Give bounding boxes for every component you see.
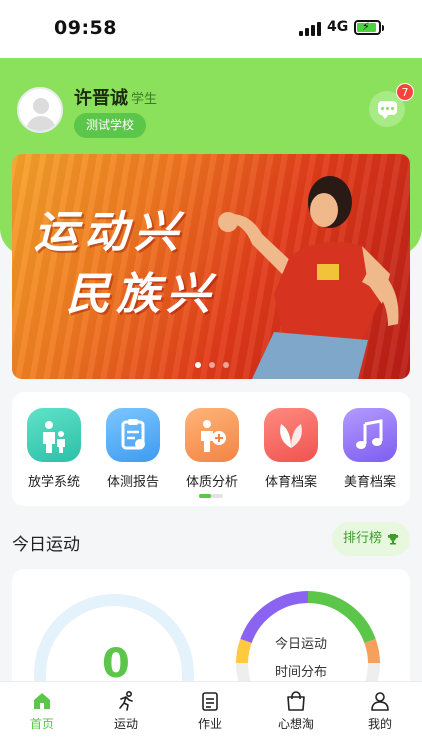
banner-slogan-line2: 民族兴 [66,269,216,320]
network-type: 4G [327,19,349,35]
promo-banner[interactable]: 运动兴 民族兴 [12,154,410,379]
trophy-icon [388,534,399,545]
message-count-badge: 7 [396,83,414,101]
athlete-illustration [218,176,399,379]
status-bar: 09:58 4G ⚡ [0,0,422,58]
tab-sport[interactable]: 运动 [96,690,156,732]
battery-icon: ⚡ [354,20,381,35]
tab-wish-shop[interactable]: 心想淘 [266,690,326,732]
bottom-tab-bar: 首页 运动 作业 心想淘 我的 [0,681,422,750]
shortcut-label: 美育档案 [343,475,396,490]
shortcut-label: 体育档案 [264,475,317,490]
running-icon [119,690,133,711]
shortcut-after-school[interactable]: 放学系统 [18,408,90,490]
after-school-icon [27,408,81,462]
shortcut-art-archive[interactable]: 美育档案 [334,408,406,490]
shortcut-physique-analysis[interactable]: 体质分析 [176,408,248,490]
leaderboard-label: 排行榜 [343,531,383,546]
tab-home[interactable]: 首页 [12,690,72,732]
home-icon [34,693,50,709]
message-icon [378,101,397,119]
profile-icon [371,692,389,711]
tab-label: 我的 [367,717,392,731]
school-badge[interactable]: 测试学校 [74,113,147,138]
shortcut-sports-archive[interactable]: 体育档案 [255,408,327,490]
tab-label: 运动 [113,717,138,731]
tab-label: 心想淘 [277,717,314,731]
today-sport-card: 0 今日运动 时间分布 [12,569,410,689]
shopping-bag-icon [287,691,305,711]
homework-icon [202,692,218,711]
tab-homework[interactable]: 作业 [180,690,240,732]
tab-profile[interactable]: 我的 [350,690,410,732]
shortcut-panel: 放学系统 体测报告 体质分析 体育档案 美育档案 [12,392,410,506]
avatar[interactable] [17,87,63,133]
shortcut-label: 体测报告 [106,475,159,490]
banner-slogan-line1: 运动兴 [34,207,184,258]
status-time: 09:58 [54,17,117,39]
user-name: 许晋诚 [74,88,128,109]
signal-icon [299,22,321,36]
shortcut-label: 体质分析 [185,475,238,490]
shortcut-scroll-indicator [199,494,223,498]
banner-pagination [193,362,233,370]
distribution-label-line1: 今日运动 [275,637,328,652]
battery-cap [382,25,384,31]
home-screen: 09:58 4G ⚡ 许晋诚 学生 测试学校 7 运动兴 民族兴 放学系统 体测… [0,0,422,750]
physique-analysis-icon [185,408,239,462]
distribution-label-line2: 时间分布 [275,665,328,680]
art-archive-icon [343,408,397,462]
user-role: 学生 [131,92,158,107]
test-report-icon [106,408,160,462]
sports-archive-icon [264,408,318,462]
shortcut-test-report[interactable]: 体测报告 [97,408,169,490]
shortcut-label: 放学系统 [27,475,80,490]
today-sport-title: 今日运动 [12,530,80,556]
tab-label: 首页 [29,717,54,731]
leaderboard-button[interactable]: 排行榜 [332,522,410,556]
tab-label: 作业 [197,717,222,731]
